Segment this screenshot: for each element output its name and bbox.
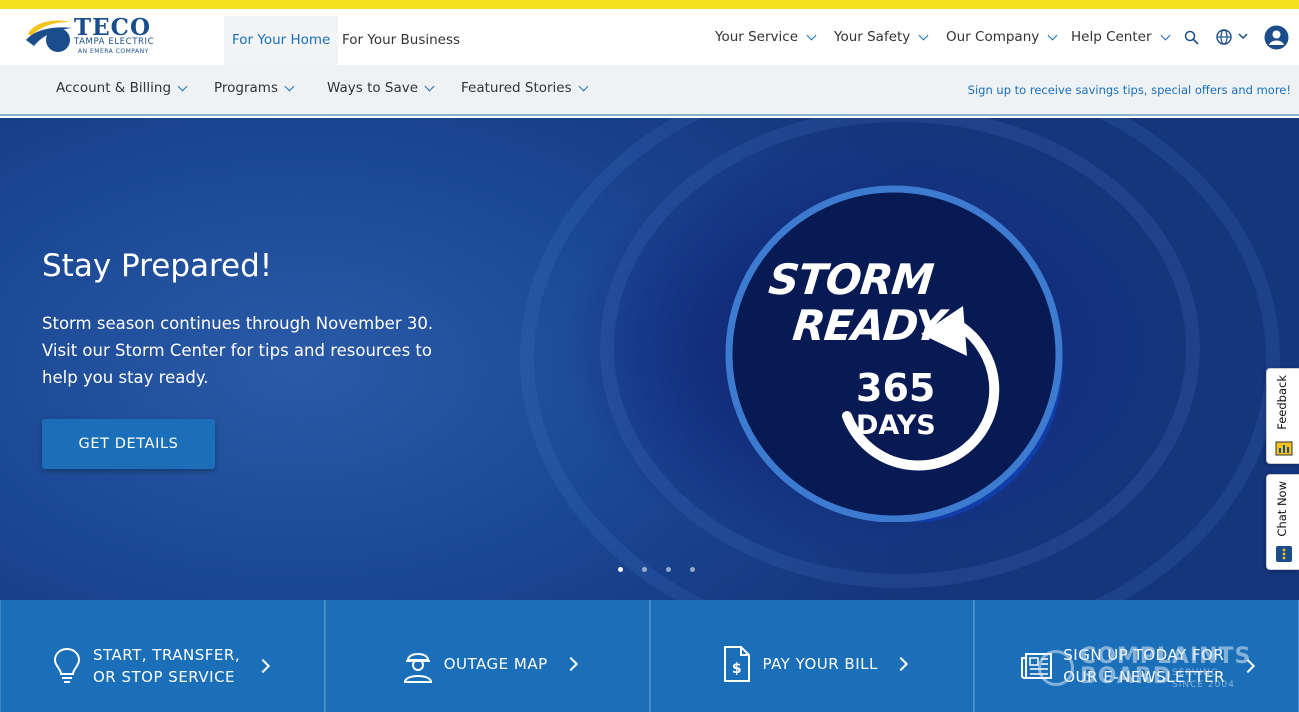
hero-carousel: Stay Prepared! Storm season continues th… [0,118,1299,600]
watermark-line4: SINCE 2004 [1172,680,1235,690]
chevron-down-icon [806,30,817,40]
nav-programs-label: Programs [214,80,278,96]
get-details-button[interactable]: GET DETAILS [42,419,215,469]
nav-featured-stories[interactable]: Featured Stories [461,80,589,96]
nav-help-center-label: Help Center [1071,29,1152,45]
quick-link-pay-bill-content: $ PAY YOUR BILL [721,644,908,684]
chevron-down-icon [424,81,435,91]
watermark-logo-icon [1038,650,1074,686]
chevron-right-icon [893,656,908,672]
nav-ways-to-save-label: Ways to Save [327,80,419,96]
carousel-dot-2[interactable] [642,567,647,572]
teco-logo[interactable]: TECO TAMPA ELECTRIC AN EMERA COMPANY [24,14,189,56]
chevron-down-icon [1047,30,1058,40]
nav-our-company-label: Our Company [946,29,1040,45]
quick-link-pay-bill[interactable]: $ PAY YOUR BILL [649,600,975,712]
teco-logo-icon [26,20,72,52]
hero-description: Storm season continues through November … [42,314,434,387]
chat-now-tab[interactable]: Chat Now [1266,474,1299,570]
nav-ways-to-save[interactable]: Ways to Save [327,80,435,96]
tab-for-your-home[interactable]: For Your Home [224,16,339,65]
nav-featured-stories-label: Featured Stories [461,80,572,96]
svg-text:$: $ [731,661,741,677]
badge-ready-text: READY [790,301,947,350]
chat-now-tab-label: Chat Now [1275,481,1289,537]
signup-savings-link[interactable]: Sign up to receive savings tips, special… [968,83,1291,97]
watermark-line3: SERVING [1172,668,1219,678]
nav-your-service-label: Your Service [715,29,799,45]
secondary-nav: Account & Billing Programs Ways to Save … [0,65,1299,116]
carousel-dots [618,567,695,572]
nav-your-safety[interactable]: Your Safety [834,26,929,48]
nav-our-company[interactable]: Our Company [946,26,1058,48]
hero-title: Stay Prepared! [42,248,273,284]
carousel-dot-3[interactable] [666,567,671,572]
chat-icon [1276,546,1292,562]
quick-link-outage-map-label: OUTAGE MAP [443,655,548,673]
lightbulb-icon [53,647,81,683]
storm-ready-badge-graphic [725,185,1063,522]
top-header: TECO TAMPA ELECTRIC AN EMERA COMPANY For… [0,9,1299,65]
quick-link-pay-bill-label: PAY YOUR BILL [762,655,878,673]
feedback-icon [1275,441,1293,456]
chevron-down-icon [177,81,188,91]
carousel-dot-4[interactable] [690,567,695,572]
badge-365-text: 365 [856,366,936,410]
feedback-tab-label: Feedback [1275,375,1289,430]
watermark-line2: BOARD [1080,664,1173,689]
nav-account-billing-label: Account & Billing [56,80,172,96]
worker-icon [403,653,432,683]
nav-account-billing[interactable]: Account & Billing [56,80,188,96]
badge-storm-text: STORM [766,255,936,304]
nav-help-center[interactable]: Help Center [1071,26,1170,48]
logo-subtitle: TAMPA ELECTRIC [74,37,155,47]
globe-icon[interactable] [1215,28,1251,46]
quick-link-outage-map[interactable]: OUTAGE MAP [324,600,650,712]
nav-your-service[interactable]: Your Service [715,26,817,48]
bill-icon: $ [723,646,750,682]
chevron-down-icon [578,81,589,91]
chevron-down-icon [1160,30,1170,40]
chevron-down-icon [284,81,295,91]
chevron-down-icon [918,30,929,40]
quick-link-start-service[interactable]: START, TRANSFER, OR STOP SERVICE [0,600,325,712]
search-icon[interactable] [1184,30,1199,45]
badge-days-text: DAYS [856,410,936,441]
carousel-dot-1[interactable] [618,567,623,572]
user-icon[interactable] [1264,25,1289,50]
logo-tagline: AN EMERA COMPANY [78,48,149,55]
quick-link-start-service-content: START, TRANSFER, OR STOP SERVICE [51,644,271,688]
nav-programs[interactable]: Programs [214,80,295,96]
chevron-right-icon [256,658,271,674]
quick-link-start-service-label: START, TRANSFER, OR STOP SERVICE [93,646,241,686]
top-accent-bar [0,0,1299,9]
tab-for-your-business[interactable]: For Your Business [334,16,468,65]
nav-your-safety-label: Your Safety [834,29,911,45]
chevron-right-icon [563,656,578,672]
quick-link-outage-map-content: OUTAGE MAP [402,644,578,684]
storm-ready-badge: STORM READY 365 DAYS [725,184,1063,522]
feedback-tab[interactable]: Feedback [1266,368,1299,464]
